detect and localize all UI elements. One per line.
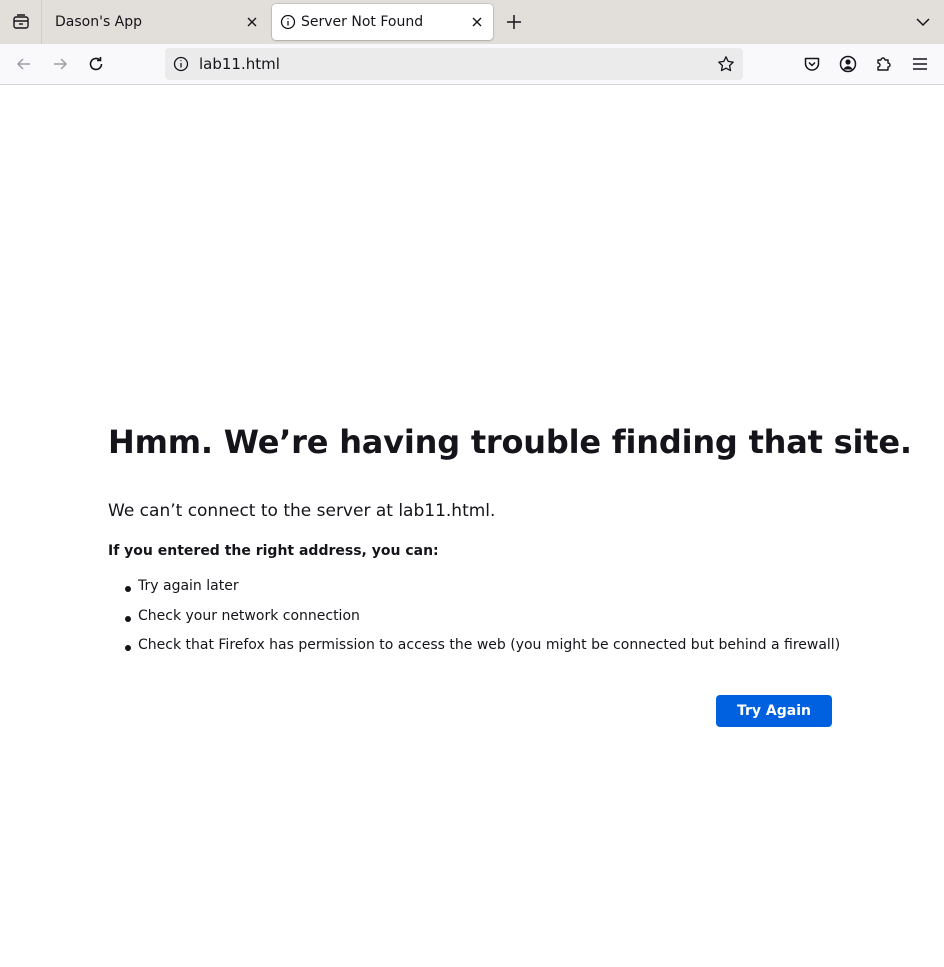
pocket-icon[interactable]: [802, 54, 822, 74]
list-item: Try again later: [108, 578, 840, 608]
list-item: Check that Firefox has permission to acc…: [108, 637, 840, 667]
tab-dasons-app[interactable]: Dason's App: [46, 4, 268, 40]
tab-server-not-found[interactable]: Server Not Found: [272, 4, 493, 40]
list-item: Check your network connection: [108, 608, 840, 638]
try-again-button[interactable]: Try Again: [716, 695, 832, 727]
forward-arrow-icon[interactable]: [50, 54, 70, 74]
nav-toolbar: lab11.html: [0, 44, 944, 85]
suggestions-heading: If you entered the right address, you ca…: [108, 543, 439, 559]
tab-title: Dason's App: [55, 14, 143, 30]
plus-icon[interactable]: [504, 12, 524, 32]
error-description: We can’t connect to the server at lab11.…: [108, 501, 496, 521]
hamburger-menu-icon[interactable]: [910, 54, 930, 74]
tab-title: Server Not Found: [301, 14, 424, 30]
url-text[interactable]: lab11.html: [199, 55, 280, 73]
close-icon[interactable]: [244, 14, 260, 30]
url-bar[interactable]: lab11.html: [165, 48, 743, 80]
star-icon[interactable]: [717, 55, 735, 73]
chevron-down-icon[interactable]: [914, 13, 932, 31]
close-icon[interactable]: [469, 14, 485, 30]
info-icon[interactable]: [173, 56, 189, 72]
tab-list-button[interactable]: [0, 0, 42, 44]
back-arrow-icon[interactable]: [14, 54, 34, 74]
tab-list-icon: [12, 14, 29, 29]
page-title: Hmm. We’re having trouble finding that s…: [108, 423, 912, 461]
account-icon[interactable]: [838, 54, 858, 74]
suggestions-list: Try again later Check your network conne…: [108, 578, 840, 667]
reload-icon[interactable]: [86, 54, 106, 74]
puzzle-piece-icon[interactable]: [874, 54, 894, 74]
info-icon: [280, 14, 296, 30]
tab-bar: Dason's App Server Not Found: [0, 0, 944, 44]
